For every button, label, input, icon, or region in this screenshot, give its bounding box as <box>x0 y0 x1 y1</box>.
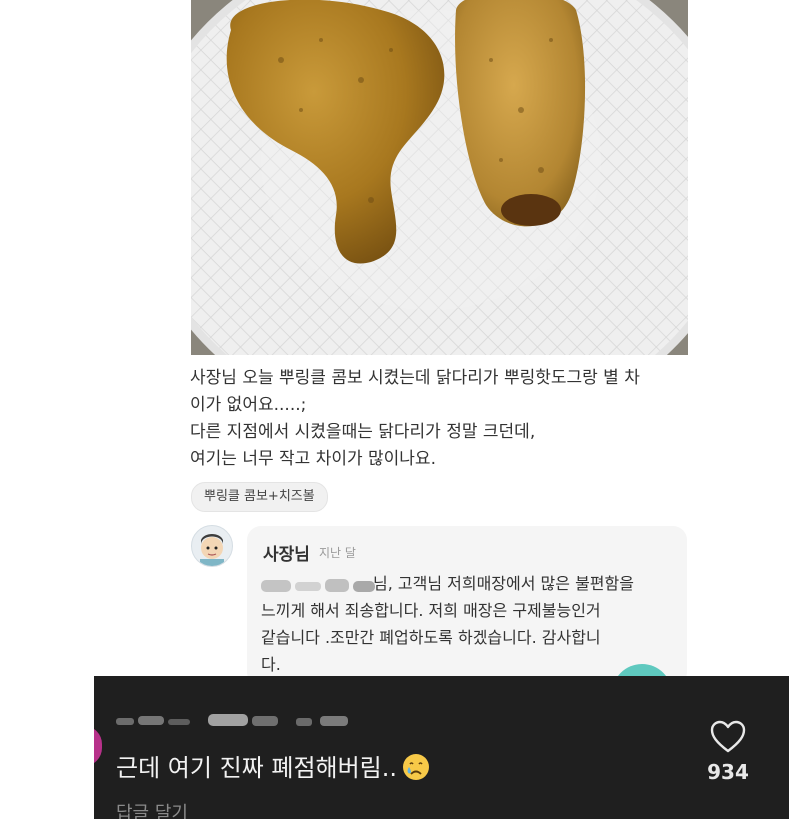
food-plate-image <box>191 0 688 355</box>
comment-body: 근데 여기 진짜 폐점해버림.. <box>116 754 398 782</box>
comment-panel: 근데 여기 진짜 폐점해버림.. 답글 달기 934 <box>94 676 789 819</box>
review-line: 사장님 오늘 뿌링클 콤보 시켰는데 닭다리가 뿌링핫도그랑 별 차 <box>190 368 640 388</box>
owner-reply-text: 님, 고객님 저희매장에서 많은 불편함을 느끼게 해서 죄송합니다. 저희 매… <box>261 570 681 678</box>
review-line: 여기는 너무 작고 차이가 많이나요. <box>190 449 436 469</box>
owner-reply-line: 느끼게 해서 죄송합니다. 저희 매장은 구제불능인거 <box>261 601 601 620</box>
owner-reply-bubble: 사장님 지난 달 님, 고객님 저희매장에서 많은 불편함을 느끼게 해서 죄송… <box>247 526 687 686</box>
review-photo[interactable] <box>191 0 688 355</box>
review-line: 이가 없어요.....; <box>190 395 307 415</box>
heart-icon[interactable] <box>710 720 746 754</box>
review-body: 사장님 오늘 뿌링클 콤보 시켰는데 닭다리가 뿌링핫도그랑 별 차 이가 없어… <box>190 365 710 473</box>
commenter-avatar[interactable] <box>94 726 102 766</box>
crying-face-icon <box>403 754 430 780</box>
screenshot-page: 사장님 오늘 뿌링클 콤보 시켰는데 닭다리가 뿌링핫도그랑 별 차 이가 없어… <box>0 0 800 819</box>
review-line: 다른 지점에서 시켰을때는 닭다리가 정말 크던데, <box>190 422 536 442</box>
comment-text: 근데 여기 진짜 폐점해버림.. <box>116 750 431 786</box>
redacted-username-blur <box>116 714 348 726</box>
owner-reply-line: 님, 고객님 저희매장에서 많은 불편함을 <box>373 574 634 593</box>
page-edge <box>789 676 800 819</box>
owner-reply-date: 지난 달 <box>319 546 356 560</box>
owner-avatar <box>191 525 233 567</box>
owner-reply-author: 사장님 <box>263 545 310 565</box>
like-count: 934 <box>707 760 749 784</box>
menu-tag-chip[interactable]: 뿌링클 콤보+치즈볼 <box>191 482 328 512</box>
reply-link[interactable]: 답글 달기 <box>116 799 188 819</box>
owner-reply-line: 같습니다 .조만간 폐업하도록 하겠습니다. 감사합니 <box>261 628 601 647</box>
owner-avatar-icon <box>200 534 224 566</box>
